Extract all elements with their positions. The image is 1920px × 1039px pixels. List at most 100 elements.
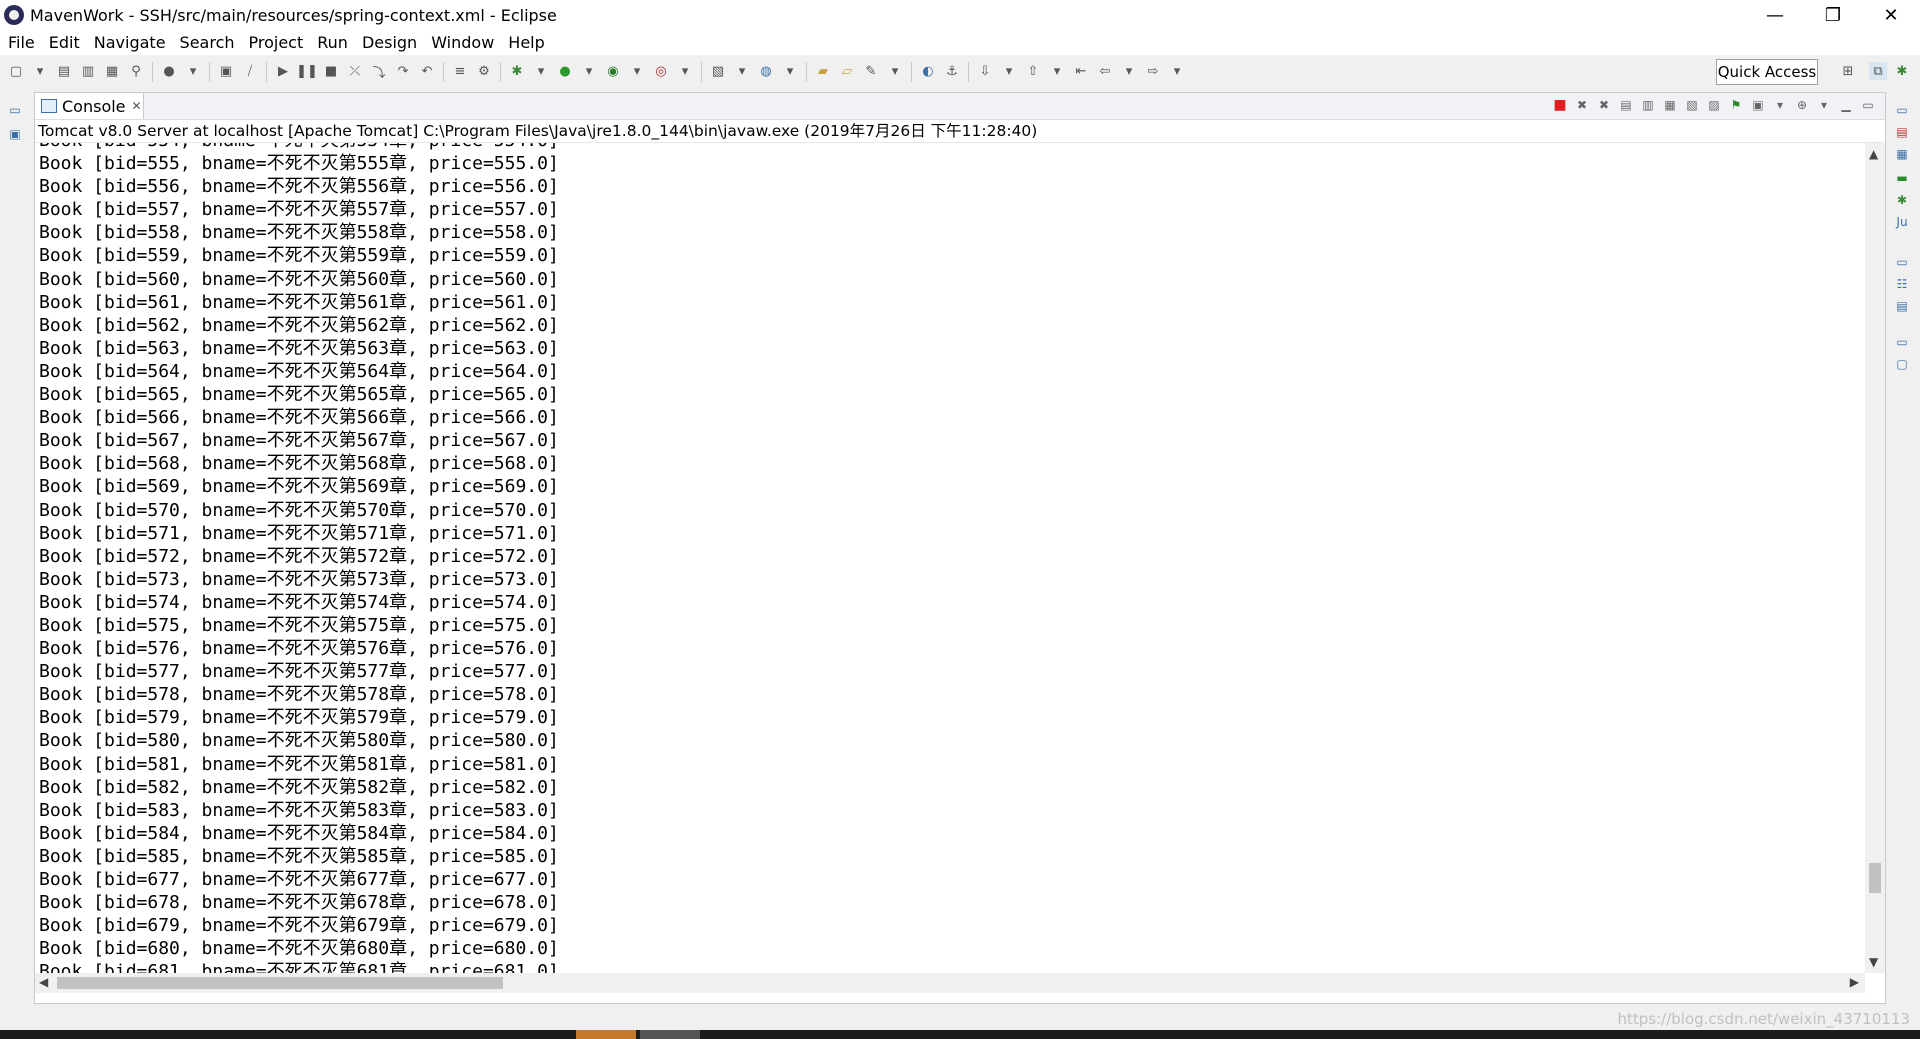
remove-all-icon[interactable]: ✖ — [1596, 97, 1612, 113]
minimize-button[interactable]: — — [1746, 0, 1804, 30]
dropdown-arrow-icon[interactable]: ▾ — [31, 63, 49, 81]
menu-navigate[interactable]: Navigate — [94, 33, 166, 52]
globe-icon[interactable]: ◐ — [919, 63, 937, 81]
show-on-stdout-icon[interactable]: ▧ — [1684, 97, 1700, 113]
servers-icon[interactable]: ▬ — [1894, 170, 1910, 186]
close-icon[interactable]: ✕ — [132, 99, 142, 113]
next-annotation-icon[interactable]: ⇩ — [976, 63, 994, 81]
word-wrap-icon[interactable]: ▦ — [1662, 97, 1678, 113]
properties-icon[interactable]: ▤ — [1894, 298, 1910, 314]
dropdown-arrow-icon[interactable]: ▾ — [1000, 63, 1018, 81]
new-class-icon[interactable]: ◍ — [757, 63, 775, 81]
run-icon[interactable]: ● — [556, 63, 574, 81]
menu-search[interactable]: Search — [180, 33, 235, 52]
dropdown-arrow-icon[interactable]: ▾ — [676, 63, 694, 81]
scroll-lock-icon[interactable]: ▥ — [1640, 97, 1656, 113]
vertical-scrollbar[interactable]: ▲ ▼ — [1865, 143, 1885, 973]
pin-console-icon[interactable]: ⚑ — [1728, 97, 1744, 113]
remove-launch-icon[interactable]: ✖ — [1574, 97, 1590, 113]
external-tools-icon[interactable]: ◎ — [652, 63, 670, 81]
dropdown-arrow-icon[interactable]: ▾ — [1816, 97, 1832, 113]
dropdown-arrow-icon[interactable]: ▾ — [1168, 63, 1186, 81]
quick-access-input[interactable]: Quick Access — [1716, 59, 1818, 85]
junit-icon[interactable]: Ju — [1894, 214, 1910, 230]
debug-icon[interactable]: ✱ — [1894, 192, 1910, 208]
dropdown-arrow-icon[interactable]: ▾ — [1772, 97, 1788, 113]
open-perspective-icon[interactable]: ⊞ — [1839, 62, 1857, 80]
project-explorer-icon[interactable]: ▣ — [7, 126, 23, 142]
horizontal-scroll-thumb[interactable] — [57, 977, 503, 989]
restore-icon[interactable]: ▭ — [7, 102, 23, 118]
debug-perspective-icon[interactable]: ✱ — [1893, 62, 1911, 80]
terminal-icon[interactable]: ▣ — [217, 63, 235, 81]
horizontal-scrollbar[interactable]: ◀ ▶ — [35, 973, 1865, 993]
new-icon[interactable]: ▢ — [7, 63, 25, 81]
open-folder-icon[interactable]: ▱ — [838, 63, 856, 81]
clear-console-icon[interactable]: ▤ — [1618, 97, 1634, 113]
open-console-icon[interactable]: ⊕ — [1794, 97, 1810, 113]
chevron-right-icon[interactable]: ▶ — [1850, 975, 1859, 989]
print-icon[interactable]: ▦ — [103, 63, 121, 81]
back-icon[interactable]: ⇦ — [1096, 63, 1114, 81]
server-icon[interactable]: ⚙ — [475, 63, 493, 81]
dropdown-arrow-icon[interactable]: ▾ — [886, 63, 904, 81]
dropdown-arrow-icon[interactable]: ▾ — [580, 63, 598, 81]
suspend-icon[interactable]: ❚❚ — [296, 63, 318, 81]
skip-breakpoints-icon[interactable]: ⧸ — [241, 63, 259, 81]
dropdown-arrow-icon[interactable]: ▾ — [1048, 63, 1066, 81]
terminate-icon[interactable]: ■ — [1552, 97, 1568, 113]
java-ee-perspective-icon[interactable]: ⧉ — [1869, 62, 1887, 80]
chevron-down-icon[interactable]: ▼ — [1869, 955, 1878, 969]
restore-icon[interactable]: ▭ — [1894, 102, 1910, 118]
last-edit-icon[interactable]: ⇤ — [1072, 63, 1090, 81]
save-icon[interactable]: ▤ — [55, 63, 73, 81]
window-icon[interactable]: ▢ — [1894, 356, 1910, 372]
step-return-icon[interactable]: ↶ — [418, 63, 436, 81]
step-into-icon[interactable]: ⤵ — [370, 63, 388, 81]
close-window-button[interactable]: ✕ — [1862, 0, 1920, 30]
minimize-view-icon[interactable]: ▁ — [1838, 97, 1854, 113]
dropdown-arrow-icon[interactable]: ▾ — [628, 63, 646, 81]
menu-help[interactable]: Help — [508, 33, 544, 52]
chevron-left-icon[interactable]: ◀ — [39, 975, 48, 989]
dropdown-arrow-icon[interactable]: ▾ — [1120, 63, 1138, 81]
menu-design[interactable]: Design — [362, 33, 417, 52]
display-console-icon[interactable]: ▣ — [1750, 97, 1766, 113]
dropdown-arrow-icon[interactable]: ▾ — [532, 63, 550, 81]
dropdown-arrow-icon[interactable]: ▾ — [733, 63, 751, 81]
taskbar-item[interactable] — [640, 1030, 700, 1039]
hierarchy-icon[interactable]: ☷ — [1894, 276, 1910, 292]
profile-icon[interactable]: ● — [160, 63, 178, 81]
disconnect-icon[interactable]: ⤫ — [346, 63, 364, 81]
save-all-icon[interactable]: ▥ — [79, 63, 97, 81]
menu-window[interactable]: Window — [431, 33, 494, 52]
new-package-icon[interactable]: ▧ — [709, 63, 727, 81]
vertical-scroll-thumb[interactable] — [1869, 863, 1881, 893]
restore-icon[interactable]: ▭ — [1894, 334, 1910, 350]
maximize-view-icon[interactable]: ▭ — [1860, 97, 1876, 113]
tab-console[interactable]: Console ✕ — [35, 93, 144, 119]
menu-file[interactable]: File — [8, 33, 35, 52]
previous-annotation-icon[interactable]: ⇧ — [1024, 63, 1042, 81]
menu-project[interactable]: Project — [249, 33, 304, 52]
restore-button[interactable]: ❐ — [1804, 0, 1862, 30]
menu-edit[interactable]: Edit — [49, 33, 80, 52]
console-output[interactable]: Book [bid=554, bname=不死不灭第554章, price=55… — [35, 143, 1865, 973]
outline-icon[interactable]: ▤ — [1894, 124, 1910, 140]
link-icon[interactable]: ⚲ — [127, 63, 145, 81]
debug-icon[interactable]: ✱ — [508, 63, 526, 81]
step-over-icon[interactable]: ↷ — [394, 63, 412, 81]
tasks-icon[interactable]: ▦ — [1894, 146, 1910, 162]
resume-icon[interactable]: ▶ — [274, 63, 292, 81]
dropdown-arrow-icon[interactable]: ▾ — [781, 63, 799, 81]
forward-icon[interactable]: ⇨ — [1144, 63, 1162, 81]
taskbar-item[interactable] — [576, 1030, 636, 1039]
search-tool-icon[interactable]: ✎ — [862, 63, 880, 81]
format-icon[interactable]: ≡ — [451, 63, 469, 81]
menu-run[interactable]: Run — [317, 33, 348, 52]
dropdown-arrow-icon[interactable]: ▾ — [184, 63, 202, 81]
show-on-stderr-icon[interactable]: ▨ — [1706, 97, 1722, 113]
chevron-up-icon[interactable]: ▲ — [1869, 147, 1878, 161]
restore-icon[interactable]: ▭ — [1894, 254, 1910, 270]
coverage-icon[interactable]: ◉ — [604, 63, 622, 81]
